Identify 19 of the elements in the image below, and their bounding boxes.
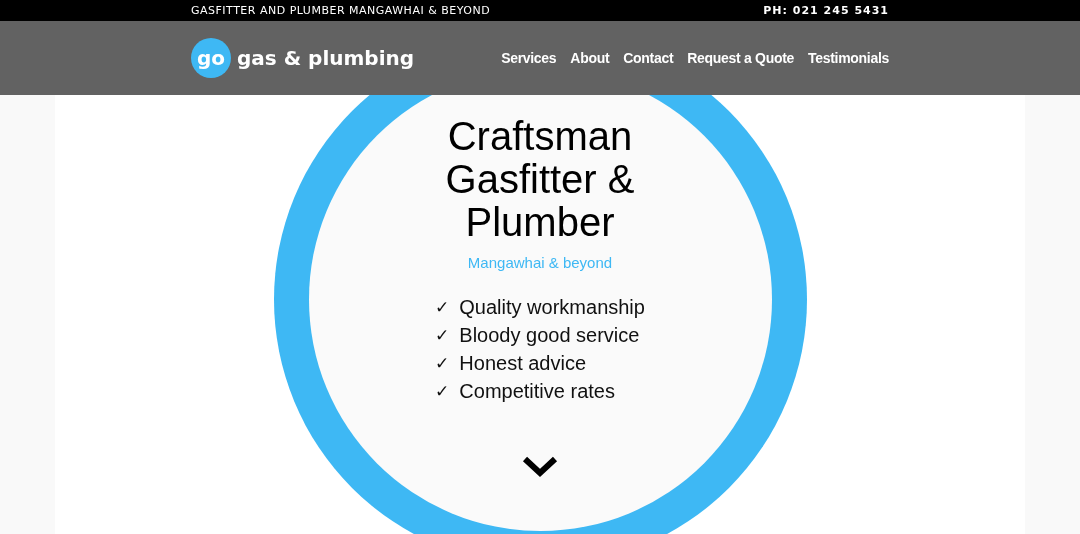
logo-link[interactable]: go gas & plumbing (191, 38, 415, 78)
nav-link[interactable]: Contact (623, 50, 674, 66)
check-mark: ✓ (435, 352, 450, 375)
phone-number: PH: 021 245 5431 (763, 4, 889, 17)
check-mark: ✓ (435, 296, 450, 319)
feature-text: Honest advice (459, 351, 587, 376)
nav-link[interactable]: Request a Quote (687, 50, 795, 66)
check-mark: ✓ (435, 380, 450, 403)
feature-text: Quality workmanship (459, 295, 645, 320)
chevron-down-icon[interactable] (522, 455, 558, 479)
hero-subtitle: Mangawhai & beyond (467, 254, 613, 271)
tagline: GASFITTER AND PLUMBER MANGAWHAI & BEYOND (191, 4, 491, 17)
nav-link[interactable]: Testimonials (808, 50, 889, 66)
feature-text: Competitive rates (459, 379, 615, 404)
hero-title: Craftsman Gasfitter & Plumber (445, 115, 635, 244)
nav-link[interactable]: About (570, 50, 610, 66)
check-mark: ✓ (435, 324, 450, 347)
nav-link[interactable]: Services (501, 50, 557, 66)
feature-text: Bloody good service (459, 323, 640, 348)
